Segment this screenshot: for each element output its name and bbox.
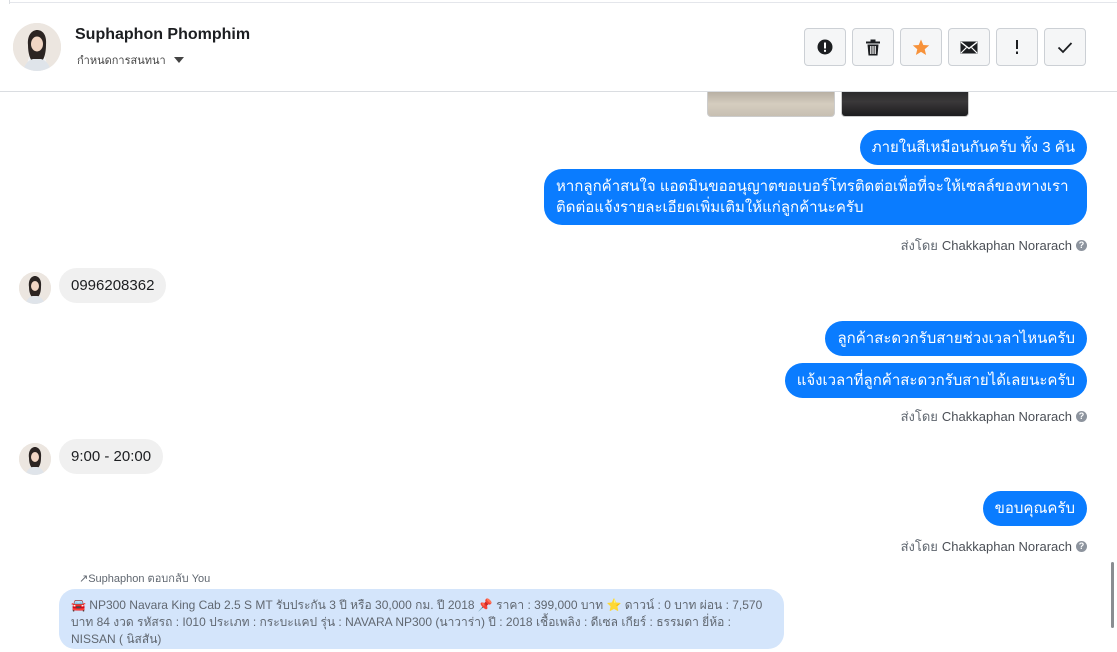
delete-button[interactable] <box>852 28 894 66</box>
help-icon[interactable]: ? <box>1076 240 1087 251</box>
star-button[interactable] <box>900 28 942 66</box>
outgoing-message[interactable]: ขอบคุณครับ <box>982 491 1087 526</box>
scrollbar-thumb[interactable] <box>1111 562 1114 628</box>
exclamation-icon <box>1016 40 1018 54</box>
shared-images <box>707 92 969 117</box>
agent-name[interactable]: Chakkaphan Norarach <box>942 409 1072 424</box>
reply-arrow-icon: ↗ <box>79 573 89 585</box>
incoming-message[interactable]: 9:00 - 20:00 <box>59 439 164 474</box>
caret-down-icon <box>173 57 184 63</box>
message-thread: ภายในสีเหมือนกันครับ ทั้ง 3 คัน หากลูกค้… <box>0 92 1117 652</box>
help-icon[interactable]: ? <box>1076 541 1087 552</box>
check-icon <box>1057 41 1073 53</box>
outgoing-message[interactable]: ภายในสีเหมือนกันครับ ทั้ง 3 คัน <box>859 130 1087 165</box>
mark-done-button[interactable] <box>1044 28 1086 66</box>
mark-unread-button[interactable] <box>948 28 990 66</box>
outgoing-message[interactable]: แจ้งเวลาที่ลูกค้าสะดวกรับสายได้เลยนะครับ <box>784 363 1087 398</box>
sent-by-prefix: ส่งโดย <box>900 409 938 424</box>
assign-label: กำหนดการสนทนา <box>77 55 166 67</box>
conversation-header: Suphaphon Phomphim กำหนดการสนทนา <box>0 4 1117 92</box>
star-icon <box>912 39 930 55</box>
agent-name[interactable]: Chakkaphan Norarach <box>942 238 1072 253</box>
outgoing-message[interactable]: หากลูกค้าสนใจ แอดมินขออนุญาตขอเบอร์โทรติ… <box>544 169 1087 225</box>
action-toolbar <box>804 28 1086 66</box>
reply-label: ↗Suphaphon ตอบกลับ You <box>79 573 211 585</box>
assign-conversation-dropdown[interactable]: กำหนดการสนทนา <box>77 51 184 69</box>
sent-by-prefix: ส่งโดย <box>900 238 938 253</box>
incoming-message[interactable]: 0996208362 <box>59 268 167 303</box>
help-icon[interactable]: ? <box>1076 411 1087 422</box>
report-button[interactable] <box>804 28 846 66</box>
car-interior-photo[interactable] <box>707 92 835 117</box>
window-top-edge <box>0 0 1117 3</box>
quoted-reply-message[interactable]: 🚘 NP300 Navara King Cab 2.5 S MT รับประก… <box>59 589 784 649</box>
contact-avatar-small[interactable] <box>19 443 51 475</box>
alert-circle-icon <box>817 39 833 55</box>
envelope-icon <box>960 41 978 53</box>
sent-by-label: ส่งโดย Chakkaphan Norarach ? <box>901 235 1087 256</box>
outgoing-message[interactable]: ลูกค้าสะดวกรับสายช่วงเวลาไหนครับ <box>825 321 1087 356</box>
sent-by-label: ส่งโดย Chakkaphan Norarach ? <box>901 406 1087 427</box>
agent-name[interactable]: Chakkaphan Norarach <box>942 539 1072 554</box>
car-dashboard-photo[interactable] <box>841 92 969 117</box>
sent-by-prefix: ส่งโดย <box>900 539 938 554</box>
contact-avatar-small[interactable] <box>19 272 51 304</box>
sent-by-label: ส่งโดย Chakkaphan Norarach ? <box>901 536 1087 557</box>
contact-avatar[interactable] <box>13 23 61 71</box>
trash-icon <box>866 39 880 55</box>
contact-name: Suphaphon Phomphim <box>75 26 251 43</box>
important-button[interactable] <box>996 28 1038 66</box>
